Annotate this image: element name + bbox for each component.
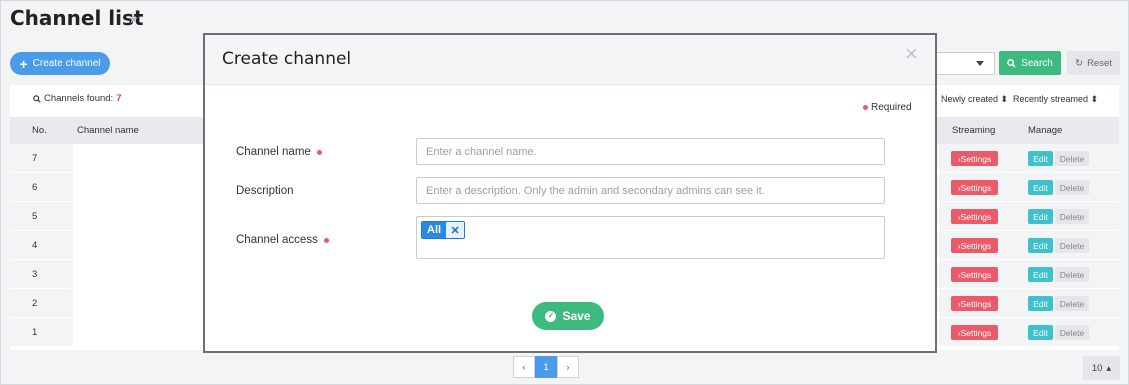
check-circle-icon: ✓ [545,310,557,322]
modal-overlay: Create channel × Required Channel name D… [0,0,1129,385]
channel-name-label: Channel name [236,146,322,158]
required-dot-icon [863,105,868,110]
channel-name-label-text: Channel name [236,146,311,158]
description-label: Description [236,185,294,197]
required-legend: Required [863,102,912,113]
close-icon[interactable]: × [905,43,918,65]
access-tag-label: All [422,222,447,238]
required-label: Required [871,102,912,113]
description-input[interactable] [416,177,885,204]
dialog-header: Create channel × [205,35,935,85]
remove-tag-icon[interactable]: ✕ [446,222,465,238]
required-dot-icon [323,237,329,243]
dialog-title: Create channel [222,49,352,69]
save-label: Save [562,309,591,323]
channel-access-label: Channel access [236,234,329,246]
channel-name-input[interactable] [416,138,885,165]
access-tag: All ✕ [421,221,466,239]
save-button[interactable]: ✓ Save [532,302,604,330]
channel-access-label-text: Channel access [236,234,318,246]
description-label-text: Description [236,185,294,197]
required-dot-icon [316,149,322,155]
channel-access-field[interactable]: All ✕ [416,216,885,259]
create-channel-dialog: Create channel × Required Channel name D… [203,33,937,353]
